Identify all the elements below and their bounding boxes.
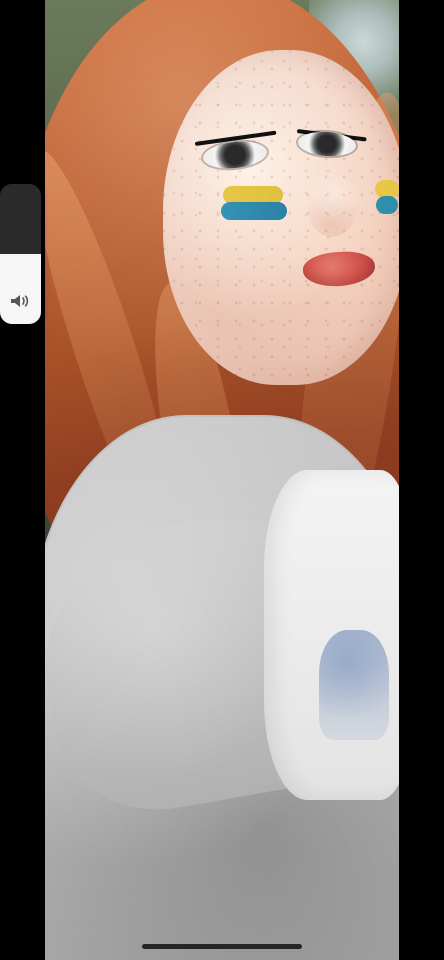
speaker-volume-icon bbox=[9, 292, 31, 310]
photo-white-shirt bbox=[264, 470, 399, 800]
volume-hud[interactable] bbox=[0, 184, 41, 324]
photo-nose bbox=[307, 175, 357, 237]
volume-hud-track-top bbox=[0, 184, 41, 254]
volume-hud-level-fill bbox=[0, 254, 41, 324]
photo-facepaint-blue-right bbox=[376, 196, 398, 214]
photo-viewer-image bbox=[45, 0, 399, 960]
photo-facepaint-blue-left bbox=[221, 202, 287, 220]
home-indicator[interactable] bbox=[142, 944, 302, 949]
screen bbox=[0, 0, 444, 960]
photo-shirt-print bbox=[319, 630, 389, 740]
